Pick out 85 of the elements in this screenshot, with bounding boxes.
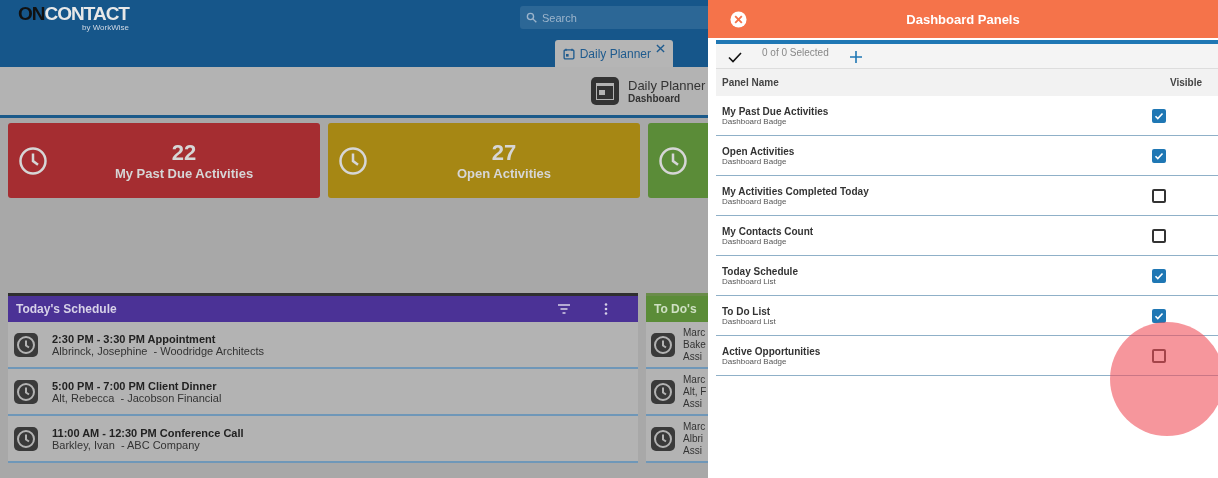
item-title: 5:00 PM - 7:00 PM Client Dinner [52,379,218,392]
clock-icon [18,145,48,176]
dashboard-badge[interactable]: 22 My Past Due Activities [8,123,320,198]
clock-icon [14,426,38,451]
checkmark-icon [1154,150,1164,161]
panel-row[interactable]: Today Schedule Dashboard List [716,256,1218,296]
todo-text: Alt, F [683,385,707,398]
panel-type: Dashboard Badge [722,116,788,126]
badge-label: My Past Due Activities [114,166,254,181]
todo-text: Assi [683,397,703,410]
panel-type: Dashboard Badge [722,356,787,366]
clock-icon [14,379,38,404]
panel-name: Open Activities [722,145,795,157]
visible-checkbox[interactable] [1152,148,1166,163]
clock-icon [651,332,675,357]
checkmark-icon [1154,110,1164,121]
logo-tagline: by WorkWise [82,23,129,32]
panel-row[interactable]: My Contacts Count Dashboard Badge [716,216,1218,256]
panel-title: To Do's [654,302,697,316]
visible-checkbox[interactable] [1152,108,1166,123]
brand-logo: ONCONTACT [18,5,129,23]
panel-row[interactable]: Active Opportunities Dashboard Badge [716,336,1218,376]
checkmark-icon[interactable] [728,50,742,64]
panel-type: Dashboard Badge [722,156,788,166]
item-subtitle: Barkley, Ivan - ABC Company [52,438,201,451]
clock-icon [338,145,368,176]
close-icon[interactable] [656,44,665,53]
badge-count: 22 [171,140,197,166]
panel-type: Dashboard List [722,316,776,326]
visible-checkbox[interactable] [1152,308,1166,323]
panel-name: Active Opportunities [722,345,821,357]
selection-count: 0 of 0 Selected [762,47,829,58]
todo-text: Assi [683,350,703,363]
item-subtitle: Albrinck, Josephine - Woodridge Architects [52,344,264,357]
panel-type: Dashboard List [722,276,777,286]
todo-text: Albri [683,432,704,445]
todo-text: Assi [683,444,703,457]
panel-row[interactable]: My Past Due Activities Dashboard Badge [716,96,1218,136]
panel-name: My Past Due Activities [722,105,829,117]
drawer-title: Dashboard Panels [905,11,1021,27]
page-subtitle: Dashboard [628,93,682,104]
todo-text: Marc [683,373,707,386]
visible-checkbox[interactable] [1152,268,1166,283]
column-header: Panel Name [722,77,779,88]
visible-checkbox[interactable] [1152,188,1166,203]
calendar-icon [562,47,575,60]
panel-name: My Contacts Count [722,225,814,237]
panel-title: Today's Schedule [16,302,117,316]
panel-name: To Do List [722,305,772,317]
badge-label: Open Activities [456,166,552,181]
clock-icon [651,426,675,451]
todo-text: Marc [683,420,706,433]
clock-icon [658,145,688,176]
item-title: 11:00 AM - 12:30 PM Conference Call [52,426,244,439]
schedule-item[interactable]: 11:00 AM - 12:30 PM Conference Call Barkley, Ivan - ABC Company [8,416,638,463]
panel-row[interactable]: To Do List Dashboard List [716,296,1218,336]
clock-icon [651,379,675,404]
close-icon [730,11,747,28]
panel-row[interactable]: Open Activities Dashboard Badge [716,136,1218,176]
panel-type: Dashboard Badge [722,236,788,246]
checkmark-icon [1154,270,1164,281]
schedule-item[interactable]: 5:00 PM - 7:00 PM Client Dinner Alt, Rebecca - Jacobson Financial [8,369,638,416]
column-header: Visible [1169,77,1202,88]
search-icon [526,12,537,23]
item-title: 2:30 PM - 3:30 PM Appointment [52,332,217,345]
panel-name: My Activities Completed Today [722,185,869,197]
panel-row[interactable]: My Activities Completed Today Dashboard Badge [716,176,1218,216]
calendar-icon [590,76,620,106]
checkmark-icon [1154,310,1164,321]
page-title: Daily Planner [628,78,707,93]
close-button[interactable] [730,11,747,28]
panel-name: Today Schedule [722,265,798,277]
search-field[interactable]: Search [520,6,708,29]
todo-text: Marc [683,326,706,339]
visible-checkbox[interactable] [1152,348,1166,363]
item-subtitle: Alt, Rebecca - Jacobson Financial [52,391,222,404]
add-icon[interactable] [848,50,863,64]
badge-count: 27 [491,140,517,166]
schedule-item[interactable]: 2:30 PM - 3:30 PM Appointment Albrinck, Josephine - Woodridge Architects [8,322,638,369]
clock-icon [14,332,38,357]
tab[interactable]: Daily Planner [554,40,673,67]
todo-text: Bake [683,338,706,351]
filter-icon[interactable] [558,303,570,315]
panel-type: Dashboard Badge [722,196,787,206]
visible-checkbox[interactable] [1152,228,1166,243]
